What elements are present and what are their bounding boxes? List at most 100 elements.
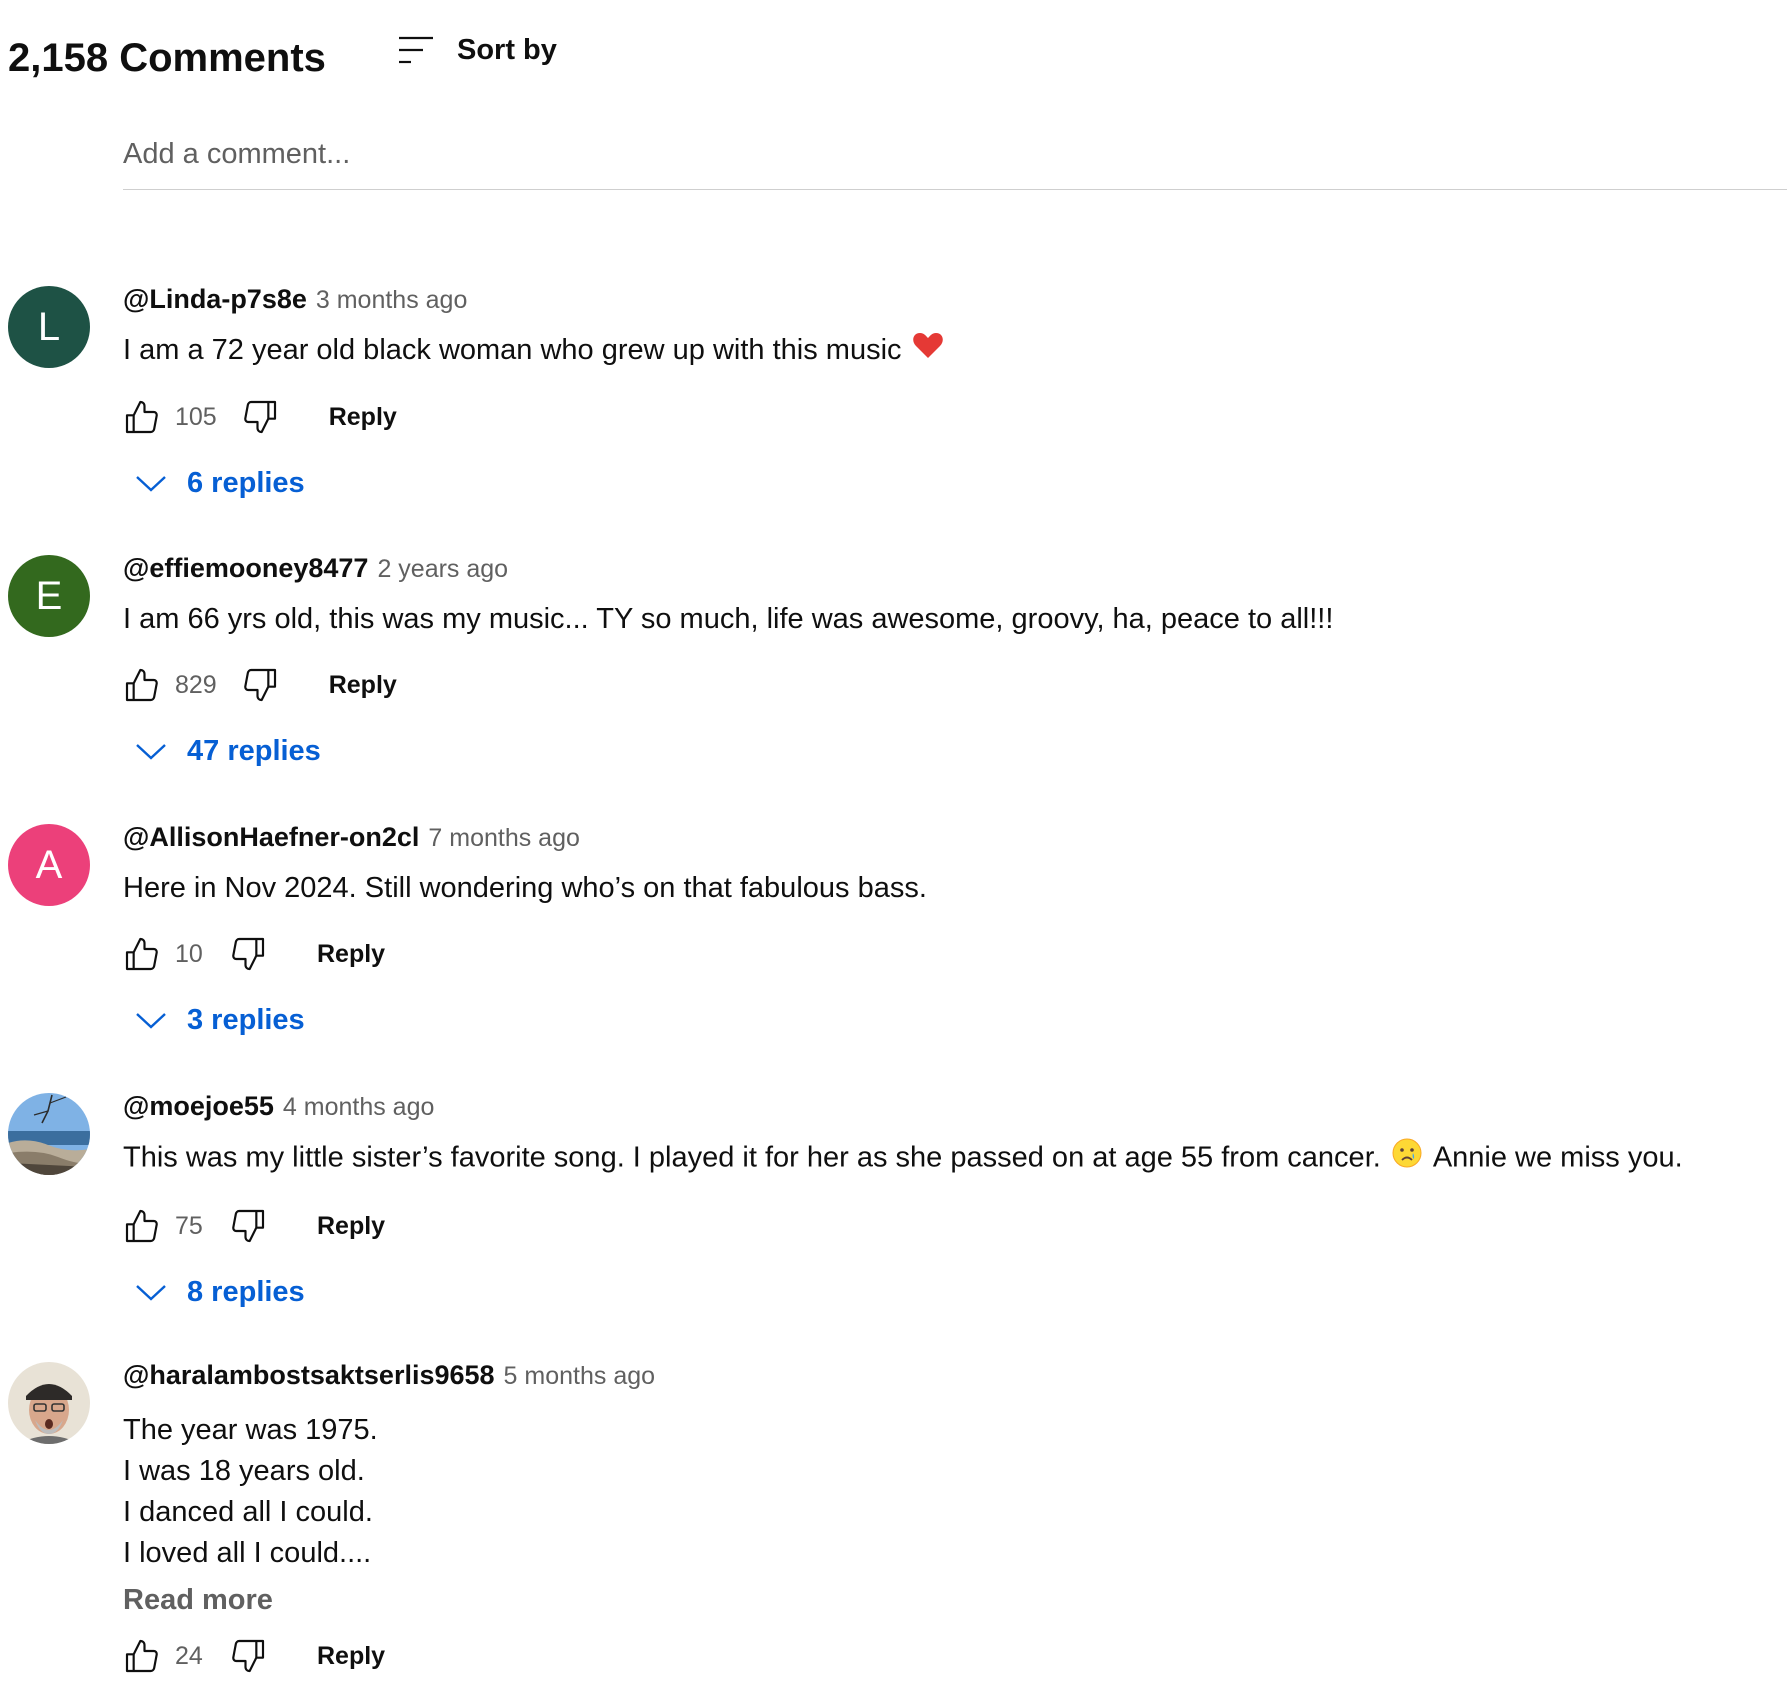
reply-button[interactable]: Reply xyxy=(317,1212,385,1241)
chevron-down-icon xyxy=(136,1285,166,1301)
comment-timestamp[interactable]: 7 months ago xyxy=(428,824,580,853)
comment-header: @moejoe55 4 months ago xyxy=(123,1089,1787,1129)
like-button[interactable] xyxy=(119,1633,165,1679)
comment-thread: L @Linda-p7s8e 3 months ago I am a 72 ye… xyxy=(0,282,1787,517)
dislike-button[interactable] xyxy=(237,662,283,708)
thumbs-up-icon xyxy=(125,937,158,971)
comment-thread: A @AllisonHaefner-on2cl 7 months ago Her… xyxy=(0,820,1787,1055)
like-button[interactable] xyxy=(119,394,165,440)
reply-button[interactable]: Reply xyxy=(317,940,385,969)
comment-author[interactable]: @moejoe55 xyxy=(123,1091,274,1122)
thumbs-up-icon xyxy=(125,401,158,434)
comment-body: I am a 72 year old black woman who grew … xyxy=(123,334,902,366)
comment-timestamp[interactable]: 2 years ago xyxy=(377,555,508,584)
avatar-letter: L xyxy=(37,304,61,349)
chevron-down-icon xyxy=(136,744,166,760)
sort-icon xyxy=(399,36,433,64)
comment-actions: 75 Reply xyxy=(119,1201,1787,1251)
like-count: 10 xyxy=(175,939,203,968)
like-count: 75 xyxy=(175,1211,203,1240)
replies-count-label: 47 replies xyxy=(187,734,321,767)
heart-icon xyxy=(912,330,944,372)
like-count: 24 xyxy=(175,1641,203,1670)
comment-list: L @Linda-p7s8e 3 months ago I am a 72 ye… xyxy=(0,282,1787,1681)
like-count: 829 xyxy=(175,670,217,699)
avatar[interactable]: A xyxy=(8,824,90,906)
comment-count-title: 2,158 Comments xyxy=(8,35,326,80)
avatar[interactable] xyxy=(8,1093,90,1175)
view-replies-button[interactable]: 3 replies xyxy=(123,995,1787,1045)
sort-by-button[interactable]: Sort by xyxy=(395,32,557,68)
replies-count-label: 8 replies xyxy=(187,1275,305,1308)
avatar-letter: A xyxy=(35,842,63,887)
dislike-button[interactable] xyxy=(237,394,283,440)
add-comment-input[interactable] xyxy=(123,138,1787,171)
comments-page: 2,158 Comments Sort by L @Linda-p7s8e 3 … xyxy=(0,0,1787,1693)
avatar[interactable]: E xyxy=(8,555,90,637)
user-photo-avatar-image xyxy=(8,1362,90,1444)
comment-thread: @haralambostsaktserlis9658 5 months ago … xyxy=(0,1358,1787,1681)
comment-body: This was my little sister’s favorite son… xyxy=(123,1141,1381,1174)
dislike-button[interactable] xyxy=(225,1633,271,1679)
comment-timestamp[interactable]: 4 months ago xyxy=(283,1093,435,1122)
comment-text: The year was 1975. I was 18 years old. I… xyxy=(123,1410,1787,1574)
dislike-button[interactable] xyxy=(225,1203,271,1249)
chevron-down-icon xyxy=(136,476,166,492)
comment-thread: E @effiemooney8477 2 years ago I am 66 y… xyxy=(0,551,1787,786)
thumbs-up-icon xyxy=(125,1639,158,1673)
like-button[interactable] xyxy=(119,662,165,708)
reply-button[interactable]: Reply xyxy=(329,403,397,432)
crying-face-icon xyxy=(1391,1137,1423,1181)
thumbs-down-icon xyxy=(243,401,276,434)
dislike-button[interactable] xyxy=(225,931,271,977)
like-button[interactable] xyxy=(119,1203,165,1249)
reply-button[interactable]: Reply xyxy=(317,1642,385,1671)
view-replies-button[interactable]: 47 replies xyxy=(123,726,1787,776)
comments-header: 2,158 Comments xyxy=(8,28,326,88)
view-replies-button[interactable]: 8 replies xyxy=(123,1267,1787,1317)
beach-landscape-avatar-image xyxy=(8,1093,90,1175)
comment-timestamp[interactable]: 5 months ago xyxy=(504,1362,656,1391)
avatar-letter: E xyxy=(35,573,63,618)
comment-timestamp[interactable]: 3 months ago xyxy=(316,286,468,315)
reply-button[interactable]: Reply xyxy=(329,671,397,700)
replies-count-label: 3 replies xyxy=(187,1003,305,1036)
comment-body-continued: Annie we miss you. xyxy=(1432,1141,1683,1174)
comment-author[interactable]: @effiemooney8477 xyxy=(123,553,368,584)
avatar[interactable] xyxy=(8,1362,90,1444)
read-more-link[interactable]: Read more xyxy=(123,1584,273,1617)
thumbs-down-icon xyxy=(243,668,276,702)
comment-line: I loved all I could.... xyxy=(123,1537,372,1569)
avatar[interactable]: L xyxy=(8,286,90,368)
comment-text: I am a 72 year old black woman who grew … xyxy=(123,330,1787,372)
comment-actions: 829 Reply xyxy=(119,660,1787,710)
add-comment-box[interactable] xyxy=(123,138,1787,190)
comment-text: Here in Nov 2024. Still wondering who’s … xyxy=(123,868,1787,909)
comment-body: I am 66 yrs old, this was my music... TY… xyxy=(123,603,1334,635)
comment-author[interactable]: @AllisonHaefner-on2cl xyxy=(123,822,419,853)
comment-line: The year was 1975. xyxy=(123,1414,378,1446)
view-replies-button[interactable]: 6 replies xyxy=(123,458,1787,508)
thumbs-up-icon xyxy=(125,668,158,702)
comment-text: I am 66 yrs old, this was my music... TY… xyxy=(123,599,1787,640)
thumbs-down-icon xyxy=(232,937,265,971)
comment-header: @Linda-p7s8e 3 months ago xyxy=(123,282,1787,322)
comment-body: Here in Nov 2024. Still wondering who’s … xyxy=(123,872,927,904)
comment-actions: 10 Reply xyxy=(119,929,1787,979)
comment-author[interactable]: @haralambostsaktserlis9658 xyxy=(123,1360,495,1391)
comment-header: @AllisonHaefner-on2cl 7 months ago xyxy=(123,820,1787,860)
comment-line: I was 18 years old. xyxy=(123,1455,365,1487)
comment-author[interactable]: @Linda-p7s8e xyxy=(123,284,307,315)
comment-thread: @moejoe55 4 months ago This was my littl… xyxy=(0,1089,1787,1324)
sort-by-label: Sort by xyxy=(457,33,557,66)
like-count: 105 xyxy=(175,402,217,431)
thumbs-down-icon xyxy=(232,1209,265,1243)
comment-line: I danced all I could. xyxy=(123,1496,373,1528)
comment-actions: 105 Reply xyxy=(119,392,1787,442)
comment-actions: 24 Reply xyxy=(119,1631,1787,1681)
comment-header: @effiemooney8477 2 years ago xyxy=(123,551,1787,591)
like-button[interactable] xyxy=(119,931,165,977)
comment-header: @haralambostsaktserlis9658 5 months ago xyxy=(123,1358,1787,1398)
thumbs-down-icon xyxy=(232,1639,265,1673)
thumbs-up-icon xyxy=(125,1209,158,1243)
